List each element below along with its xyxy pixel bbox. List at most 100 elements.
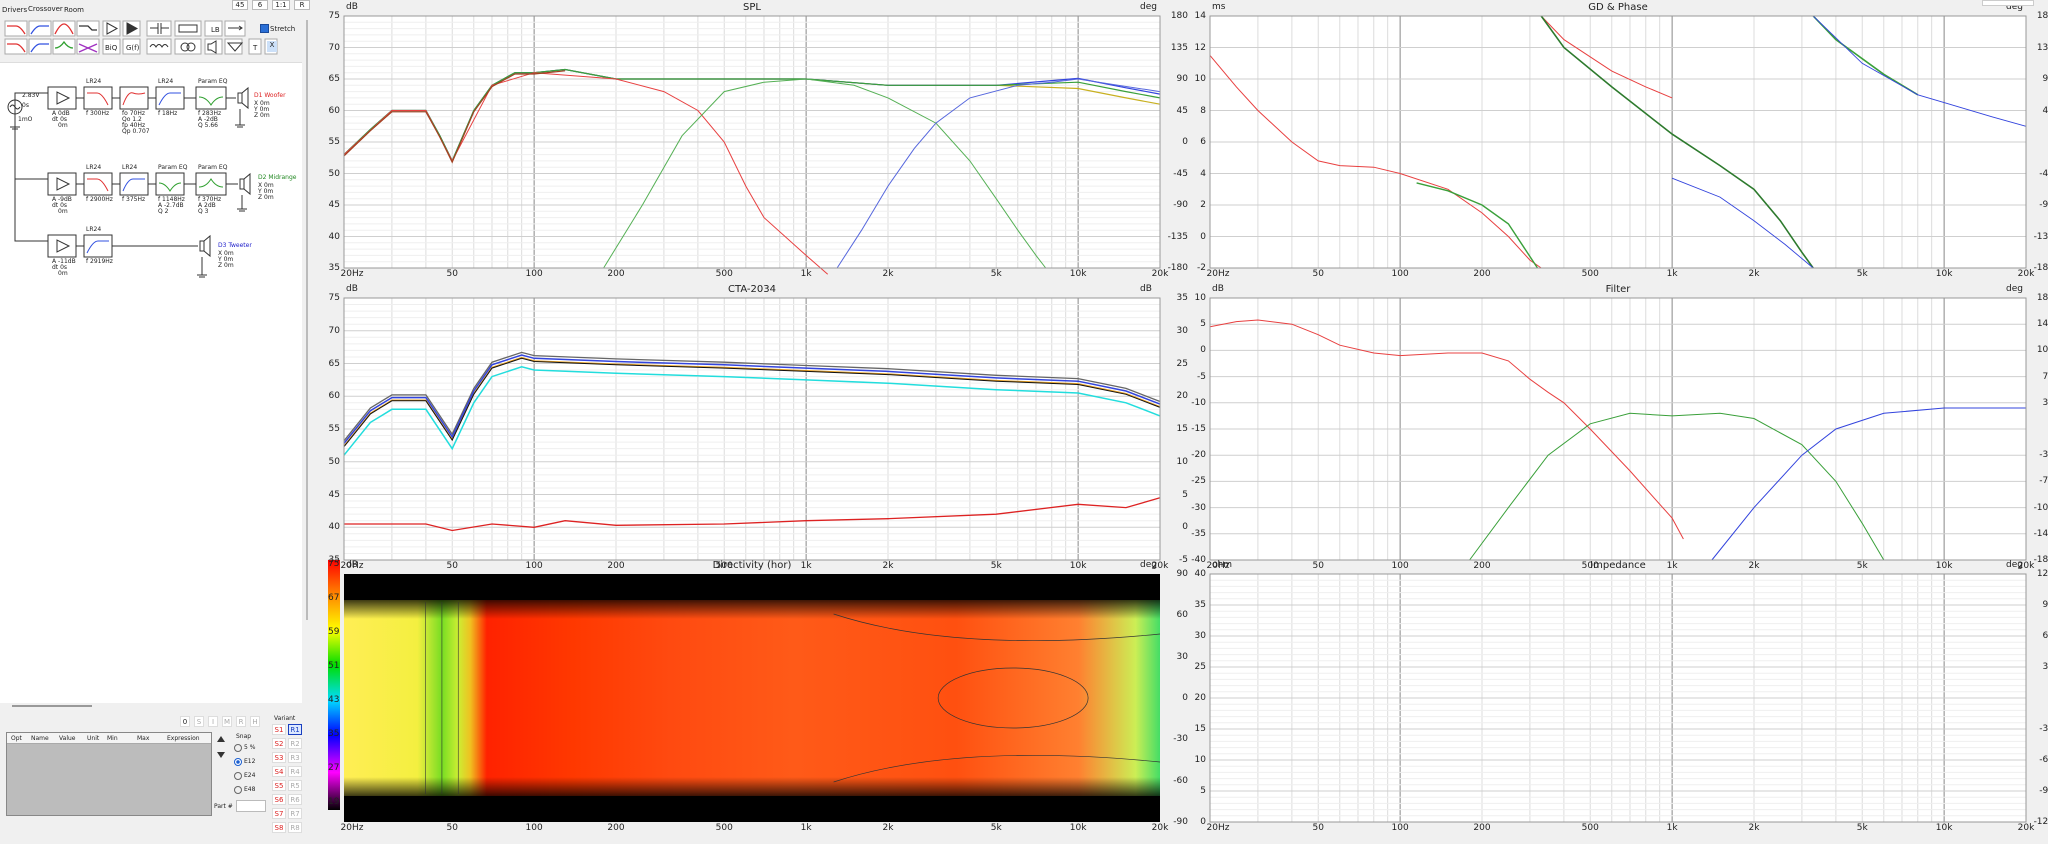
mode-button-s[interactable]: S	[194, 716, 204, 727]
variant-r4[interactable]: R4	[288, 766, 302, 777]
x-tick-label: 20k	[1151, 269, 1169, 279]
y-tick-label: 5	[1200, 786, 1206, 796]
graph-spl-plot[interactable]	[316, 2, 1222, 290]
optimizer-table[interactable]: Opt Name Value Unit Min Max Expression	[6, 732, 212, 816]
variant-r8[interactable]: R8	[288, 822, 302, 833]
block-gain-1[interactable]: A 0dB dt 0s 0m	[52, 111, 70, 129]
variant-s1[interactable]: S1	[272, 724, 286, 735]
y2-tick-label: -30	[2039, 724, 2048, 734]
y-tick-label: 10	[1194, 293, 1206, 303]
x-button[interactable]: X	[267, 41, 277, 52]
variant-s5[interactable]: S5	[272, 780, 286, 791]
snap-radio-5[interactable]	[234, 744, 242, 752]
x-tick-label: 1k	[1666, 269, 1678, 279]
block-peq-1[interactable]: f 283Hz A -2dB Q 5.66	[198, 111, 221, 129]
variant-r2[interactable]: R2	[288, 738, 302, 749]
y2-tick-label: -108	[2033, 502, 2048, 513]
graph-spl[interactable]: SPL dB deg 75 70 65 60 55 50 45 40 35 180 135 90 45 0 -45…	[316, 2, 1222, 290]
block-lr24-1[interactable]: f 300Hz	[86, 111, 109, 117]
driver-woofer-label[interactable]: D1 Woofer	[254, 93, 286, 99]
graph-dir[interactable]: Directivity (hor) dB deg 90 60 30 0 -30 -60 -90 20…	[316, 560, 1222, 844]
tab-crossover[interactable]: Crossover	[28, 5, 63, 13]
variant-r6[interactable]: R6	[288, 794, 302, 805]
graph-dir-plot[interactable]	[316, 560, 1222, 844]
tab-drivers[interactable]: Drivers	[2, 6, 27, 14]
block-lr24-2[interactable]: f 18Hz	[158, 111, 177, 117]
right-unit-label: deg	[1140, 560, 1157, 570]
y-tick-label: 35	[328, 263, 340, 273]
block-peq-3[interactable]: f 370Hz A 2dB Q 3	[198, 197, 221, 215]
graph-filter[interactable]: Filter dB deg 10 5 0 -5 -10 -15 -20 -25 -30 -35 -40 18…	[1182, 284, 2048, 582]
y-tick-label: -25	[1191, 476, 1206, 487]
x-tick-label: 5k	[990, 269, 1002, 279]
driver-tweeter-label[interactable]: D3 Tweeter	[218, 243, 252, 249]
graph-cta-plot[interactable]	[316, 284, 1222, 582]
driver-midrange-label[interactable]: D2 Midrange	[258, 175, 296, 181]
variant-s8[interactable]: S8	[272, 822, 286, 833]
block-lr24-4[interactable]: f 375Hz	[122, 197, 145, 203]
block-gain-2[interactable]: A -9dB dt 0s 0m	[52, 197, 72, 215]
y-tick-label: 12	[1194, 42, 1206, 53]
tab-room[interactable]: Room	[64, 6, 84, 14]
variant-s3[interactable]: S3	[272, 752, 286, 763]
source-ohms: 0s	[22, 102, 29, 109]
mode-button-r[interactable]: R	[236, 716, 246, 727]
block-lr24-3[interactable]: f 2900Hz	[86, 197, 113, 203]
lb-button[interactable]: LB	[211, 26, 220, 34]
y2-tick-label: 90	[2042, 600, 2048, 610]
top-box-3[interactable]: 1:1	[272, 0, 290, 10]
block-peq-2[interactable]: f 1148Hz A -2.7dB Q 2	[158, 197, 185, 215]
graph-gd[interactable]: GD & Phasemsdeg14121086420-218013590450-…	[1182, 2, 2048, 290]
y-tick-label: -20	[1191, 450, 1206, 461]
graph-imp[interactable]: Impedanceohmdeg4035302520151050120906030…	[1182, 560, 2048, 844]
mode-button-0[interactable]: 0	[180, 716, 190, 727]
stretch-checkbox[interactable]	[260, 24, 269, 33]
variant-s4[interactable]: S4	[272, 766, 286, 777]
variant-s2[interactable]: S2	[272, 738, 286, 749]
y-tick-label: 0	[1200, 345, 1206, 356]
y-tick-label: 40	[328, 231, 340, 242]
variant-r5[interactable]: R5	[288, 780, 302, 791]
panel-splitter[interactable]	[306, 20, 308, 620]
left-unit-label: dB	[1212, 284, 1224, 294]
y-tick-label: 65	[328, 74, 340, 84]
t-button[interactable]: T	[253, 44, 257, 52]
graph-imp-plot[interactable]	[1182, 560, 2048, 844]
graph-cta[interactable]: CTA-2034 dB dB 75 70 65 60 55 50 45 40 35 35 30 25 20 15…	[316, 284, 1222, 582]
horizontal-scrollbar[interactable]	[12, 705, 92, 707]
block-gain-3[interactable]: A -11dB dt 0s 0m	[52, 259, 76, 277]
top-box-4[interactable]: R	[294, 0, 310, 10]
block-lr24-5[interactable]: f 2919Hz	[86, 259, 113, 265]
variant-s7[interactable]: S7	[272, 808, 286, 819]
driver-midrange-pos: X 0m Y 0m Z 0m	[258, 182, 274, 201]
stretch-label: Stretch	[270, 25, 296, 33]
left-unit-label: dB	[346, 2, 358, 12]
graph-filter-plot[interactable]	[1182, 284, 2048, 582]
variant-r3[interactable]: R3	[288, 752, 302, 763]
block-title: LR24	[86, 78, 102, 85]
y-tick-label: 10	[1194, 755, 1206, 765]
snap-radio-e12[interactable]	[234, 758, 242, 766]
mode-button-i[interactable]: I	[208, 716, 218, 727]
gf-button[interactable]: G(f)	[126, 44, 139, 52]
y-tick-label: 10	[1194, 74, 1206, 84]
x-tick-label: 10k	[1069, 823, 1087, 833]
top-box-1[interactable]: 45	[232, 0, 248, 10]
variant-s6[interactable]: S6	[272, 794, 286, 805]
snap-radio-e24[interactable]	[234, 772, 242, 780]
snap-radio-e48[interactable]	[234, 786, 242, 794]
biq-button[interactable]: BiQ	[105, 44, 117, 52]
top-box-2[interactable]: 6	[252, 0, 268, 10]
left-unit-label: dB	[346, 284, 358, 294]
graph-gd-plot[interactable]	[1182, 2, 2048, 290]
variant-r1[interactable]: R1	[288, 724, 302, 735]
variant-r7[interactable]: R7	[288, 808, 302, 819]
part-number-input[interactable]	[236, 800, 266, 812]
column-header: Opt	[11, 735, 22, 742]
crossover-toolbar: LB Stretch BiQ G(f) T X	[2, 20, 302, 56]
block-lt-1[interactable]: fo 70Hz Qo 1.2 fp 40Hz Qp 0.707	[122, 111, 150, 135]
y-tick-label: 2	[1200, 200, 1206, 210]
mode-button-h[interactable]: H	[250, 716, 260, 727]
mode-button-m[interactable]: M	[222, 716, 232, 727]
top-right-control[interactable]	[1982, 0, 2034, 6]
